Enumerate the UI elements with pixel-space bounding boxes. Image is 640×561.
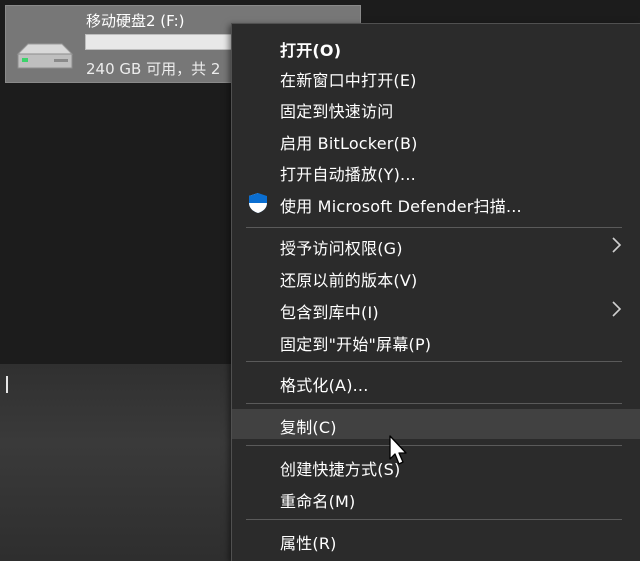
menu-item-label: 创建快捷方式(S) — [280, 460, 401, 479]
menu-item-label: 使用 Microsoft Defender扫描... — [280, 197, 522, 216]
menu-item-pin-quick-access[interactable]: 固定到快速访问 — [232, 93, 640, 123]
menu-item-copy[interactable]: 复制(C) — [232, 409, 640, 439]
menu-item-label: 打开自动播放(Y)... — [280, 165, 416, 184]
menu-item-label: 打开(O) — [280, 41, 342, 60]
menu-item-open-new-window[interactable]: 在新窗口中打开(E) — [232, 62, 640, 92]
menu-item-label: 属性(R) — [280, 534, 337, 553]
drive-icon — [16, 43, 74, 69]
menu-separator — [246, 227, 622, 228]
menu-item-label: 包含到库中(I) — [280, 303, 379, 322]
menu-item-label: 格式化(A)... — [280, 376, 369, 395]
defender-shield-icon — [249, 193, 267, 213]
drive-name: 移动硬盘2 (F:) — [86, 12, 185, 30]
menu-item-label: 授予访问权限(G) — [280, 239, 403, 258]
menu-separator — [246, 403, 622, 404]
menu-item-format[interactable]: 格式化(A)... — [232, 367, 640, 397]
menu-item-include-library[interactable]: 包含到库中(I) — [232, 294, 640, 324]
text-cursor — [6, 376, 8, 393]
menu-item-label: 固定到快速访问 — [280, 102, 394, 121]
menu-item-restore-versions[interactable]: 还原以前的版本(V) — [232, 262, 640, 292]
menu-item-label: 还原以前的版本(V) — [280, 271, 418, 290]
menu-item-open[interactable]: 打开(O) — [232, 32, 640, 62]
menu-item-properties[interactable]: 属性(R) — [232, 525, 640, 555]
menu-item-rename[interactable]: 重命名(M) — [232, 483, 640, 513]
menu-item-pin-start[interactable]: 固定到"开始"屏幕(P) — [232, 326, 640, 356]
menu-separator — [246, 519, 622, 520]
menu-item-label: 在新窗口中打开(E) — [280, 71, 417, 90]
menu-separator — [246, 445, 622, 446]
menu-separator — [246, 361, 622, 362]
menu-item-label: 启用 BitLocker(B) — [280, 134, 418, 153]
menu-item-bitlocker[interactable]: 启用 BitLocker(B) — [232, 125, 640, 155]
menu-item-autoplay[interactable]: 打开自动播放(Y)... — [232, 156, 640, 186]
menu-item-label: 固定到"开始"屏幕(P) — [280, 335, 432, 354]
chevron-right-icon — [612, 301, 622, 317]
menu-item-label: 重命名(M) — [280, 492, 356, 511]
menu-item-label: 复制(C) — [280, 418, 337, 437]
mouse-pointer-icon — [389, 435, 407, 465]
chevron-right-icon — [612, 237, 622, 253]
menu-item-grant-access[interactable]: 授予访问权限(G) — [232, 230, 640, 260]
context-menu: 打开(O) 在新窗口中打开(E) 固定到快速访问 启用 BitLocker(B)… — [231, 23, 640, 561]
drive-space-text: 240 GB 可用，共 2 — [86, 60, 221, 78]
menu-item-defender-scan[interactable]: 使用 Microsoft Defender扫描... — [232, 188, 640, 218]
menu-item-create-shortcut[interactable]: 创建快捷方式(S) — [232, 451, 640, 481]
